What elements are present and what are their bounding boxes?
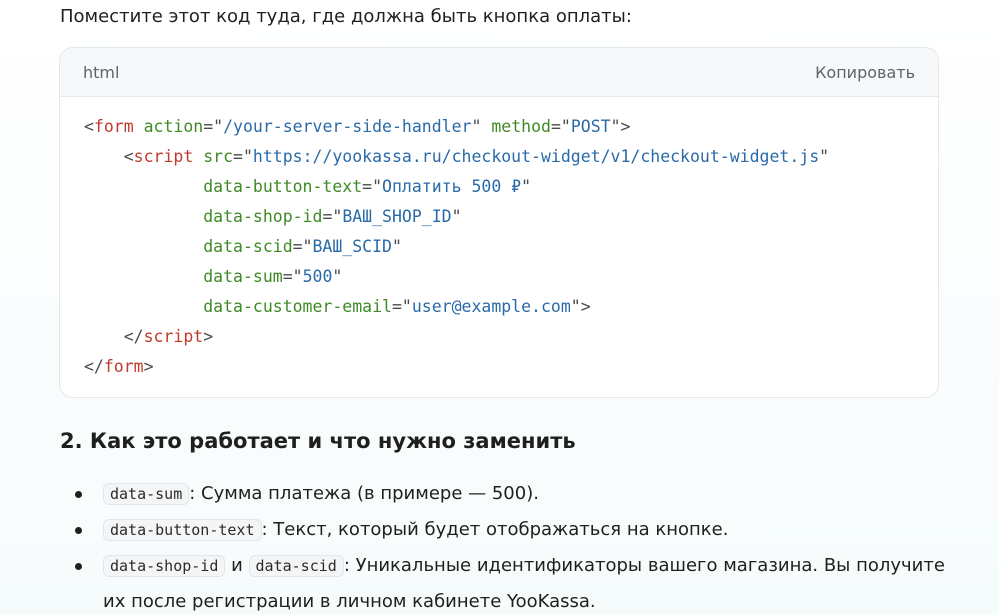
bullet-dot <box>75 491 82 498</box>
code-punctuation: < <box>84 117 94 136</box>
inline-code: data-sum <box>103 483 190 505</box>
code-punctuation: </ <box>84 327 144 346</box>
code-line: data-shop-id="ВАШ_SHOP_ID" <box>84 202 938 232</box>
code-punctuation: " <box>391 237 402 256</box>
code-punctuation: =" <box>292 237 313 256</box>
inline-code: data-scid <box>248 555 344 577</box>
intro-text: Поместите этот код туда, где должна быть… <box>60 6 632 27</box>
code-punctuation: =" <box>282 267 303 286</box>
code-punctuation: =" <box>391 297 412 316</box>
code-punctuation: " <box>471 117 492 136</box>
code-string: ВАШ_SHOP_ID <box>342 207 452 226</box>
section-heading: 2. Как это работает и что нужно заменить <box>60 429 576 453</box>
code-tag: form <box>103 357 144 376</box>
code-tag: script <box>143 327 204 346</box>
code-line: data-scid="ВАШ_SCID" <box>84 232 938 262</box>
inline-code: data-shop-id <box>103 555 226 577</box>
code-punctuation: > <box>203 327 214 346</box>
list-item-text: : Сумма платежа (в примере — 500). <box>189 483 539 504</box>
list-item-connector: и <box>225 555 249 576</box>
code-line: data-button-text="Оплатить 500 ₽" <box>84 172 938 202</box>
bullet-dot <box>75 527 82 534</box>
code-line: </form> <box>84 352 938 382</box>
code-string: user@example.com <box>411 297 571 316</box>
copy-code-button[interactable]: Копировать <box>815 63 915 82</box>
code-string: https://yookassa.ru/checkout-widget/v1/c… <box>252 147 820 166</box>
list-item: data-shop-id и data-scid: Уникальные иде… <box>60 548 960 615</box>
code-punctuation: =" <box>233 147 253 166</box>
code-string: /your-server-side-handler <box>223 117 472 136</box>
code-punctuation: "> <box>570 297 591 316</box>
code-attribute: data-shop-id <box>203 207 323 226</box>
code-attribute: data-scid <box>203 237 293 256</box>
code-attribute: action <box>143 117 204 136</box>
code-punctuation: "> <box>610 117 631 136</box>
code-punctuation <box>84 237 203 256</box>
code-punctuation: =" <box>362 177 383 196</box>
code-tag: script <box>133 147 194 166</box>
code-content[interactable]: <form action="/your-server-side-handler"… <box>60 97 938 382</box>
chat-response: Поместите этот код туда, где должна быть… <box>0 0 999 615</box>
code-punctuation <box>84 177 203 196</box>
code-punctuation: " <box>521 177 532 196</box>
code-line: data-customer-email="user@example.com"> <box>84 292 938 322</box>
list-item: data-sum: Сумма платежа (в примере — 500… <box>60 476 960 512</box>
code-punctuation: =" <box>322 207 343 226</box>
code-string: 500 <box>302 267 333 286</box>
code-punctuation: </ <box>84 357 104 376</box>
code-line: <script src="https://yookassa.ru/checkou… <box>84 142 938 172</box>
code-tag: form <box>93 117 134 136</box>
code-string: ВАШ_SCID <box>312 237 392 256</box>
parameter-list: data-sum: Сумма платежа (в примере — 500… <box>60 476 960 615</box>
code-punctuation: < <box>84 147 134 166</box>
code-punctuation <box>193 147 203 166</box>
code-attribute: data-sum <box>203 267 283 286</box>
code-punctuation: =" <box>203 117 224 136</box>
code-punctuation: " <box>451 207 462 226</box>
code-block-header: html Копировать <box>60 48 938 97</box>
code-attribute: src <box>203 147 234 166</box>
code-language-label: html <box>83 62 120 82</box>
bullet-dot <box>75 563 82 570</box>
code-punctuation <box>134 117 144 136</box>
code-punctuation: =" <box>550 117 571 136</box>
code-line: <form action="/your-server-side-handler"… <box>84 112 938 142</box>
list-item-text: : Текст, который будет отображаться на к… <box>261 519 729 540</box>
code-punctuation: " <box>819 147 830 166</box>
code-punctuation <box>84 297 203 316</box>
code-attribute: data-button-text <box>203 177 363 196</box>
inline-code: data-button-text <box>103 519 262 541</box>
code-line: data-sum="500" <box>84 262 938 292</box>
code-string: Оплатить 500 ₽ <box>382 177 522 196</box>
code-punctuation <box>84 267 203 286</box>
code-string: POST <box>570 117 611 136</box>
code-attribute: data-customer-email <box>203 297 392 316</box>
code-punctuation <box>84 207 203 226</box>
code-punctuation: " <box>332 267 343 286</box>
list-item: data-button-text: Текст, который будет о… <box>60 512 960 548</box>
code-attribute: method <box>491 117 551 136</box>
code-line: </script> <box>84 322 938 352</box>
code-punctuation: > <box>143 357 154 376</box>
code-block: html Копировать <form action="/your-serv… <box>59 47 939 398</box>
